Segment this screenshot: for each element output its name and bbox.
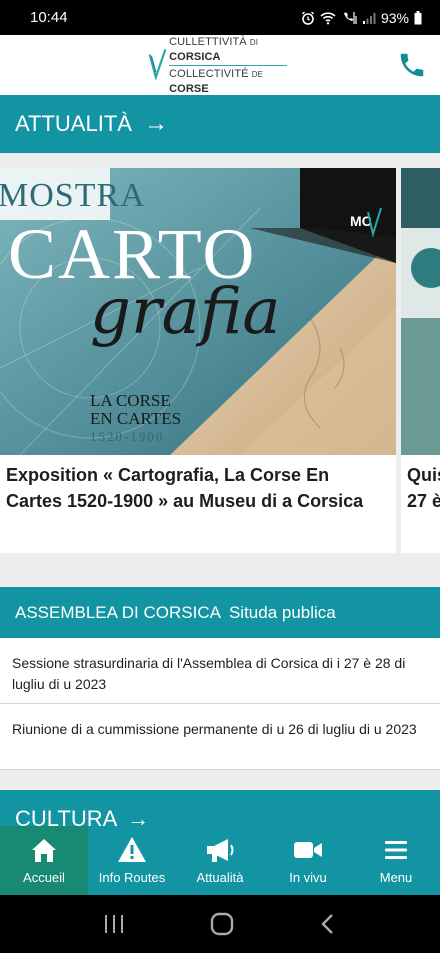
alarm-icon [301, 11, 315, 25]
nav-label: Menu [379, 870, 413, 885]
status-time: 10:44 [30, 9, 68, 26]
home-circle-icon[interactable] [209, 911, 235, 937]
system-navigation-bar [0, 895, 440, 953]
nav-label: Info Routes [98, 870, 166, 885]
nav-item-info-routes[interactable]: Info Routes [88, 826, 176, 895]
logo-line1-a: CULLETTIVITÀ [169, 35, 247, 48]
signal-icon [362, 11, 376, 25]
nav-item-accueil[interactable]: Accueil [0, 826, 88, 895]
logo-line2-a: COLLECTIVITÉ [169, 67, 249, 80]
warning-icon [118, 837, 146, 862]
attualita-section-header[interactable]: ATTUALITÀ → [0, 95, 440, 153]
bottom-navigation: Accueil Info Routes Attualità In vivu Me… [0, 826, 440, 895]
nav-label: Attualità [196, 870, 244, 885]
status-icons: 93% [301, 10, 422, 26]
hamburger-menu-icon [385, 841, 407, 859]
battery-icon [414, 10, 422, 25]
battery-percent: 93% [380, 9, 409, 26]
logo-line1-c: CORSICA [169, 50, 221, 63]
arrow-right-icon: → [143, 110, 168, 137]
logo-line1-b: DI [249, 37, 259, 47]
nav-item-attualita[interactable]: Attualità [176, 826, 264, 895]
app-header: CULLETTIVITÀ DI CORSICA COLLECTIVITÉ DE … [0, 35, 440, 95]
logo-mark-icon [148, 48, 167, 81]
poster-script-text: grafia [90, 275, 281, 349]
poster-banner-text: MOSTRA [0, 177, 146, 214]
poster-years-text: 1520-1900 [90, 429, 164, 444]
video-camera-icon [294, 842, 322, 858]
poster-sub2-text: EN CARTES [90, 409, 181, 428]
phone-icon [400, 53, 424, 77]
news-card-image: MOSTRA CARTO grafia LA CORSE EN CARTES 1… [0, 168, 396, 455]
assemblea-section-header[interactable]: ASSEMBLEA DI CORSICA Situda publica [0, 587, 440, 638]
news-card-image [401, 168, 440, 455]
cartografia-poster: MOSTRA CARTO grafia LA CORSE EN CARTES 1… [0, 168, 396, 455]
logo-line2-c: CORSE [169, 82, 209, 95]
logo-rule [169, 64, 288, 66]
phone-button[interactable] [394, 47, 430, 83]
collectivite-logo[interactable]: CULLETTIVITÀ DI CORSICA COLLECTIVITÉ DE … [148, 36, 294, 95]
cultura-section-header[interactable]: CULTURA → [0, 790, 440, 831]
nav-label: In vivu [289, 870, 327, 885]
list-item[interactable]: Riunione di a cummissione permanente di … [0, 704, 440, 770]
news-card-title: Exposition « Cartografia, La Corse En Ca… [6, 465, 364, 511]
assemblea-sublabel: Situda publica [228, 602, 336, 622]
nav-item-menu[interactable]: Menu [352, 826, 440, 895]
nav-label: Accueil [23, 870, 65, 885]
back-icon[interactable] [318, 912, 338, 936]
poster-sub1-text: LA CORSE [90, 391, 171, 410]
news-card-title: Quis 27 è [407, 465, 440, 511]
status-bar: 10:44 93% [0, 0, 440, 35]
news-card-peek[interactable]: Quis 27 è [401, 168, 440, 553]
assemblea-list: Sessione strasurdinaria di l'Assemblea d… [0, 638, 440, 770]
news-carousel[interactable]: MOSTRA CARTO grafia LA CORSE EN CARTES 1… [0, 168, 440, 553]
app-screen: 10:44 93% CULLETTIVITÀ DI CORSICA COLLEC… [0, 0, 440, 953]
assemblea-label: ASSEMBLEA DI CORSICA [15, 602, 221, 622]
call-signal-icon [341, 11, 357, 25]
news-card[interactable]: MOSTRA CARTO grafia LA CORSE EN CARTES 1… [0, 168, 396, 553]
logo-text: CULLETTIVITÀ DI CORSICA COLLECTIVITÉ DE … [169, 35, 294, 96]
megaphone-icon [207, 839, 234, 862]
wifi-icon [320, 11, 336, 25]
recent-apps-icon[interactable] [102, 913, 126, 935]
logo-line2-b: DE [251, 69, 264, 79]
nav-item-in-vivu[interactable]: In vivu [264, 826, 352, 895]
attualita-label: ATTUALITÀ [15, 111, 132, 136]
home-icon [32, 839, 56, 862]
list-item[interactable]: Sessione strasurdinaria di l'Assemblea d… [0, 638, 440, 704]
